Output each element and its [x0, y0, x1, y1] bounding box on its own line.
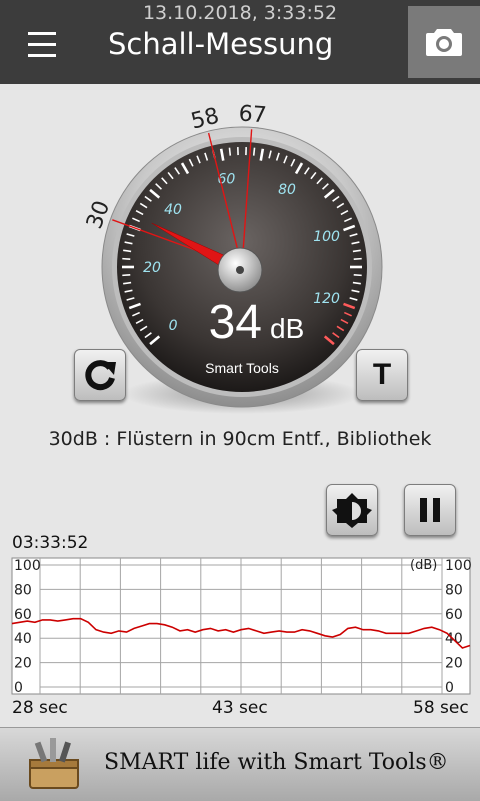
- gauge-value: 34: [209, 296, 262, 349]
- page-title: Schall-Messung: [108, 24, 333, 64]
- brightness-icon: [327, 485, 377, 535]
- gauge-tick: [353, 283, 361, 284]
- t-button-label: T: [357, 350, 407, 400]
- gauge-tick: [354, 275, 362, 276]
- gauge-hub-center: [236, 266, 244, 274]
- gauge-tick: [122, 275, 130, 276]
- gauge-tick: [254, 148, 255, 156]
- gauge-brand: Smart Tools: [205, 360, 279, 376]
- y-tick-label-left: 100: [14, 558, 41, 574]
- t-button[interactable]: T: [356, 349, 408, 401]
- y-tick-label-left: 80: [14, 582, 32, 598]
- gauge-scale-label: 20: [143, 260, 161, 276]
- brightness-button[interactable]: [326, 484, 378, 536]
- y-tick-label-left: 20: [14, 656, 32, 672]
- y-tick-label-right: 100: [445, 558, 472, 574]
- pause-button[interactable]: [404, 484, 456, 536]
- sound-level-gauge: 020406080100120 305867 34 dB Smart Tools: [0, 84, 480, 424]
- max-marker-label: 67: [238, 101, 268, 128]
- gauge-tick: [123, 250, 131, 251]
- banner-text: SMART life with Smart Tools®: [104, 750, 449, 775]
- gauge-scale-label: 80: [278, 182, 296, 198]
- gauge-scale-label: 120: [313, 291, 340, 307]
- hamburger-icon-line: [28, 54, 56, 57]
- hamburger-icon: [28, 32, 56, 35]
- y-tick-label-right: 60: [445, 607, 463, 623]
- gauge-unit: dB: [270, 313, 304, 344]
- x-tick-label-start: 28 sec: [12, 698, 68, 718]
- reset-button[interactable]: [74, 349, 126, 401]
- gauge-tick: [354, 259, 362, 260]
- y-unit-label: (dB): [410, 558, 437, 573]
- app-bar: 13.10.2018, 3:33:52 Schall-Messung: [0, 0, 480, 84]
- y-tick-label-right: 20: [445, 656, 463, 672]
- gauge-tick: [122, 259, 130, 260]
- x-tick-label-end: 58 sec: [413, 698, 469, 718]
- y-tick-label-left: 40: [14, 631, 32, 647]
- refresh-icon: [75, 350, 125, 400]
- gauge-tick: [353, 250, 361, 251]
- y-tick-label-right: 0: [445, 680, 454, 696]
- camera-icon: [426, 26, 462, 56]
- gauge-scale-label: 0: [169, 318, 178, 334]
- gauge-scale-label: 100: [313, 229, 340, 245]
- gauge-scale-label: 40: [164, 202, 182, 218]
- bottom-banner[interactable]: SMART life with Smart Tools®: [0, 727, 480, 801]
- toolbox-icon: [26, 736, 82, 792]
- y-tick-label-right: 80: [445, 582, 463, 598]
- history-time: 03:33:52: [12, 533, 88, 553]
- y-tick-label-left: 0: [14, 680, 23, 696]
- x-tick-label-mid: 43 sec: [212, 698, 268, 718]
- reading-description: 30dB : Flüstern in 90cm Entf., Bibliothe…: [0, 428, 480, 450]
- pause-icon: [405, 485, 455, 535]
- gauge-tick: [123, 283, 131, 284]
- y-tick-label-left: 60: [14, 607, 32, 623]
- gauge-tick: [229, 148, 230, 156]
- menu-button[interactable]: [20, 28, 60, 62]
- camera-button[interactable]: [408, 6, 480, 78]
- history-chart: 002020404060608080100100(dB): [0, 556, 480, 698]
- hamburger-icon-line: [28, 43, 56, 46]
